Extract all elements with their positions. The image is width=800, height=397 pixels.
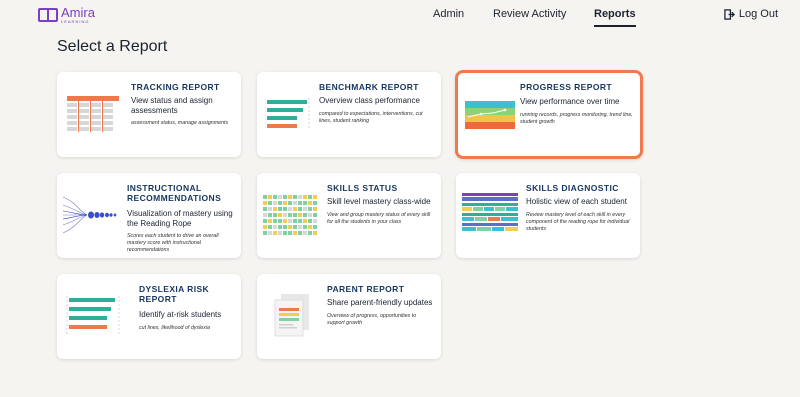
tracking-report-thumbnail [67, 96, 119, 132]
top-nav: Admin Review Activity Reports [0, 8, 800, 28]
card-benchmark-report[interactable]: BENCHMARK REPORT Overview class performa… [257, 72, 441, 157]
skills-diagnostic-thumbnail [462, 193, 518, 231]
card-description: Overview of progress, opportunities to s… [327, 313, 417, 327]
card-parent-report[interactable]: PARENT REPORT Share parent-friendly upda… [257, 274, 441, 359]
card-description: View and group mastery status of every s… [327, 212, 431, 226]
dyslexia-risk-thumbnail [66, 296, 120, 334]
card-subtitle: Skill level mastery class-wide [327, 197, 431, 206]
card-subtitle: Share parent-friendly updates [327, 298, 433, 307]
logout-label: Log Out [738, 8, 778, 20]
card-description: running records, progress monitoring, tr… [520, 112, 633, 126]
benchmark-report-thumbnail [265, 98, 310, 130]
card-title: DYSLEXIA RISK REPORT [139, 284, 210, 305]
card-subtitle: Holistic view of each student [526, 197, 627, 206]
card-description: Scores each student to drive an overall … [127, 233, 219, 254]
parent-report-thumbnail [274, 294, 309, 337]
card-title: SKILLS STATUS [327, 183, 398, 193]
progress-report-thumbnail [465, 101, 515, 129]
card-instructional-recommendations[interactable]: INSTRUCTIONAL RECOMMENDATIONS Visualizat… [57, 173, 241, 258]
card-title: SKILLS DIAGNOSTIC [526, 183, 619, 193]
card-title: PARENT REPORT [327, 284, 405, 294]
card-title: INSTRUCTIONAL RECOMMENDATIONS [127, 183, 222, 204]
page-title: Select a Report [57, 38, 168, 55]
card-skills-status[interactable]: SKILLS STATUS Skill level mastery class-… [257, 173, 441, 258]
nav-admin[interactable]: Admin [433, 8, 464, 20]
card-dyslexia-risk-report[interactable]: DYSLEXIA RISK REPORT Identify at-risk st… [57, 274, 241, 359]
reading-rope-thumbnail [62, 196, 117, 234]
nav-review-activity[interactable]: Review Activity [493, 8, 566, 20]
card-title: TRACKING REPORT [131, 82, 220, 92]
skills-status-thumbnail [263, 195, 317, 235]
card-description: assessment status, manage assignments [131, 120, 229, 126]
card-subtitle: View status and assign assessments [131, 96, 213, 115]
card-tracking-report[interactable]: TRACKING REPORT View status and assign a… [57, 72, 241, 157]
card-skills-diagnostic[interactable]: SKILLS DIAGNOSTIC Holistic view of each … [456, 173, 640, 258]
logout-icon [724, 8, 735, 20]
card-description: Review mastery level of each skill in ev… [526, 212, 630, 233]
card-subtitle: Visualization of mastery using the Readi… [127, 209, 233, 228]
logout-button[interactable]: Log Out [724, 8, 778, 20]
card-title: PROGRESS REPORT [520, 82, 612, 92]
nav-reports[interactable]: Reports [594, 8, 636, 27]
card-subtitle: Overview class performance [319, 96, 420, 105]
card-description: compared to expectations, interventions,… [319, 111, 423, 125]
card-description: cut lines, likelihood of dyslexia [139, 325, 210, 331]
card-title: BENCHMARK REPORT [319, 82, 419, 92]
card-progress-report[interactable]: PROGRESS REPORT View performance over ti… [455, 70, 643, 159]
card-subtitle: Identify at-risk students [139, 310, 222, 319]
card-subtitle: View performance over time [520, 97, 620, 106]
